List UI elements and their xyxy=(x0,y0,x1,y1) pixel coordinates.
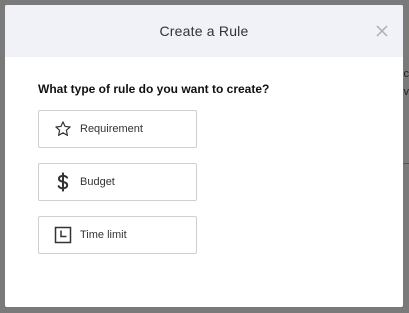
option-requirement[interactable]: Requirement xyxy=(38,110,197,148)
background-text: v xyxy=(403,86,409,98)
star-icon xyxy=(53,119,73,139)
modal-title: Create a Rule xyxy=(159,23,249,39)
option-label: Budget xyxy=(80,176,115,188)
clock-icon xyxy=(53,225,73,245)
option-budget[interactable]: Budget xyxy=(38,163,197,201)
close-button[interactable] xyxy=(373,22,391,40)
rule-type-question: What type of rule do you want to create? xyxy=(38,82,270,96)
modal-header: Create a Rule xyxy=(5,5,403,57)
option-label: Time limit xyxy=(80,229,127,241)
option-label: Requirement xyxy=(80,123,143,135)
create-rule-modal: Create a Rule What type of rule do you w… xyxy=(5,5,403,307)
modal-body: What type of rule do you want to create?… xyxy=(5,57,403,254)
option-time-limit[interactable]: Time limit xyxy=(38,216,197,254)
dollar-icon xyxy=(53,172,73,192)
background-text: c xyxy=(403,68,409,80)
background-divider xyxy=(403,163,409,164)
close-icon xyxy=(376,25,388,37)
